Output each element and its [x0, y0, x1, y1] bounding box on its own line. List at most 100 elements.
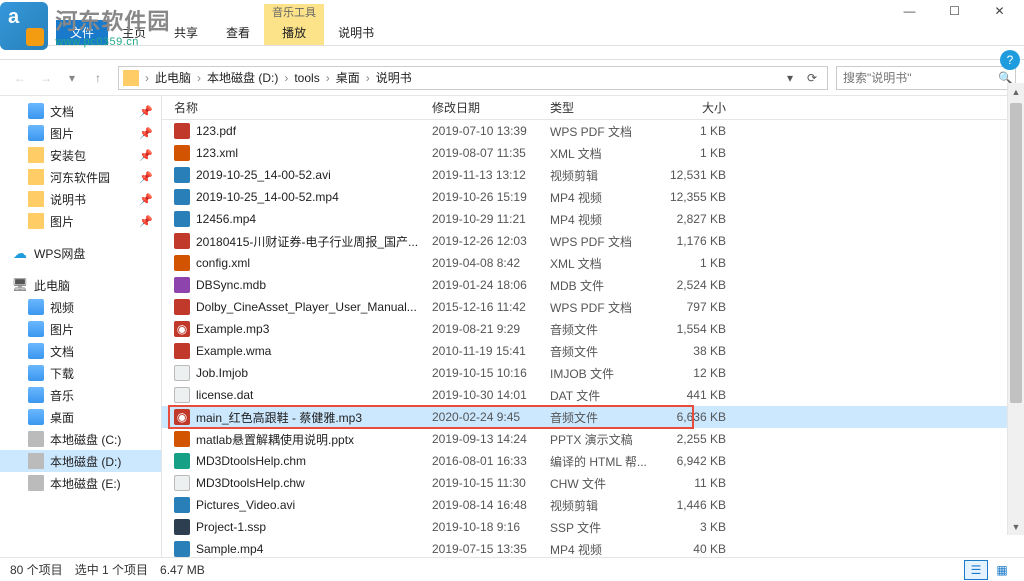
chevron-right-icon[interactable]: ›: [324, 71, 332, 85]
scroll-down-button[interactable]: ▼: [1008, 518, 1024, 535]
refresh-button[interactable]: ⟳: [801, 71, 823, 85]
sidebar-item[interactable]: 安装包 📌: [0, 144, 161, 166]
minimize-button[interactable]: —: [887, 1, 932, 21]
search-input[interactable]: 🔍: [836, 66, 1016, 90]
file-icon: [174, 145, 190, 161]
file-row[interactable]: main_红色高跟鞋 - 蔡健雅.mp3 2020-02-24 9:45 音频文…: [162, 406, 1024, 428]
sidebar-item[interactable]: 图片 📌: [0, 122, 161, 144]
file-row[interactable]: Project-1.ssp 2019-10-18 9:16 SSP 文件 3 K…: [162, 516, 1024, 538]
scroll-up-button[interactable]: ▲: [1008, 83, 1024, 100]
close-button[interactable]: ✕: [977, 1, 1022, 21]
nav-back[interactable]: ←: [8, 66, 32, 90]
file-date: 2019-10-15 11:30: [420, 476, 538, 490]
file-row[interactable]: 2019-10-25_14-00-52.mp4 2019-10-26 15:19…: [162, 186, 1024, 208]
breadcrumb-item[interactable]: 说明书: [372, 69, 416, 86]
file-date: 2019-01-24 18:06: [420, 278, 538, 292]
sidebar-item[interactable]: 图片 📌: [0, 210, 161, 232]
tab-share[interactable]: 共享: [160, 20, 212, 45]
file-row[interactable]: 12456.mp4 2019-10-29 11:21 MP4 视频 2,827 …: [162, 208, 1024, 230]
nav-up[interactable]: ↑: [86, 66, 110, 90]
scroll-thumb[interactable]: [1010, 103, 1022, 403]
file-name: MD3DtoolsHelp.chm: [196, 454, 306, 468]
file-date: 2019-12-26 12:03: [420, 234, 538, 248]
file-row[interactable]: config.xml 2019-04-08 8:42 XML 文档 1 KB: [162, 252, 1024, 274]
breadcrumb-item[interactable]: 桌面: [332, 69, 364, 86]
file-row[interactable]: Job.Imjob 2019-10-15 10:16 IMJOB 文件 12 K…: [162, 362, 1024, 384]
ribbon-tabs: 文件 主页 共享 查看 音乐工具 播放 说明书: [0, 22, 1024, 46]
file-size: 1 KB: [660, 256, 738, 270]
nav-recent-dropdown[interactable]: ▾: [60, 66, 84, 90]
file-row[interactable]: Example.mp3 2019-08-21 9:29 音频文件 1,554 K…: [162, 318, 1024, 340]
chevron-right-icon[interactable]: ›: [143, 71, 151, 85]
file-row[interactable]: 123.pdf 2019-07-10 13:39 WPS PDF 文档 1 KB: [162, 120, 1024, 142]
file-size: 11 KB: [660, 476, 738, 490]
breadcrumb-item[interactable]: tools: [290, 71, 323, 85]
file-row[interactable]: 123.xml 2019-08-07 11:35 XML 文档 1 KB: [162, 142, 1024, 164]
file-date: 2010-11-19 15:41: [420, 344, 538, 358]
file-name: Dolby_CineAsset_Player_User_Manual...: [196, 300, 417, 314]
file-name: Project-1.ssp: [196, 520, 266, 534]
sidebar-item[interactable]: 下载: [0, 362, 161, 384]
sidebar-item-label: 安装包: [50, 147, 86, 164]
chevron-right-icon[interactable]: ›: [195, 71, 203, 85]
file-type: MP4 视频: [538, 211, 660, 228]
sidebar-item[interactable]: 河东软件园 📌: [0, 166, 161, 188]
file-row[interactable]: MD3DtoolsHelp.chw 2019-10-15 11:30 CHW 文…: [162, 472, 1024, 494]
folder-icon: [28, 147, 44, 163]
file-row[interactable]: 2019-10-25_14-00-52.avi 2019-11-13 13:12…: [162, 164, 1024, 186]
file-row[interactable]: DBSync.mdb 2019-01-24 18:06 MDB 文件 2,524…: [162, 274, 1024, 296]
chevron-right-icon[interactable]: ›: [364, 71, 372, 85]
sidebar-this-pc[interactable]: 🖥 此电脑: [0, 274, 161, 296]
file-row[interactable]: 20180415-川财证券-电子行业周报_国产... 2019-12-26 12…: [162, 230, 1024, 252]
col-size[interactable]: 大小: [660, 99, 738, 116]
pin-icon: 📌: [139, 171, 153, 184]
nav-forward[interactable]: →: [34, 66, 58, 90]
file-name: 20180415-川财证券-电子行业周报_国产...: [196, 233, 418, 250]
file-row[interactable]: Pictures_Video.avi 2019-08-14 16:48 视频剪辑…: [162, 494, 1024, 516]
chevron-right-icon[interactable]: ›: [282, 71, 290, 85]
statusbar: 80 个项目 选中 1 个项目 6.47 MB ☰ ▦: [0, 557, 1024, 581]
file-row[interactable]: Dolby_CineAsset_Player_User_Manual... 20…: [162, 296, 1024, 318]
breadcrumb-item[interactable]: 此电脑: [151, 69, 195, 86]
tab-play[interactable]: 播放: [268, 20, 320, 45]
folder-icon: [28, 125, 44, 141]
file-row[interactable]: matlab悬置解耦使用说明.pptx 2019-09-13 14:24 PPT…: [162, 428, 1024, 450]
sidebar-item[interactable]: 音乐: [0, 384, 161, 406]
breadcrumb-dropdown[interactable]: ▾: [779, 71, 801, 85]
file-date: 2015-12-16 11:42: [420, 300, 538, 314]
col-type[interactable]: 类型: [538, 99, 660, 116]
help-button[interactable]: ?: [1000, 50, 1020, 70]
drive-icon: [28, 453, 44, 469]
tab-view[interactable]: 查看: [212, 20, 264, 45]
sidebar-item[interactable]: 视频: [0, 296, 161, 318]
sidebar-item[interactable]: 本地磁盘 (C:): [0, 428, 161, 450]
status-selected: 选中 1 个项目: [75, 561, 148, 578]
search-field[interactable]: [843, 71, 998, 85]
sidebar-item[interactable]: 文档 📌: [0, 100, 161, 122]
tab-home[interactable]: 主页: [108, 20, 160, 45]
view-details-button[interactable]: ☰: [964, 560, 988, 580]
file-row[interactable]: Sample.mp4 2019-07-15 13:35 MP4 视频 40 KB: [162, 538, 1024, 557]
sidebar-item[interactable]: 文档: [0, 340, 161, 362]
tab-current-folder[interactable]: 说明书: [324, 20, 388, 45]
file-row[interactable]: Example.wma 2010-11-19 15:41 音频文件 38 KB: [162, 340, 1024, 362]
sidebar-item[interactable]: 图片: [0, 318, 161, 340]
sidebar-item[interactable]: 说明书 📌: [0, 188, 161, 210]
file-row[interactable]: MD3DtoolsHelp.chm 2016-08-01 16:33 编译的 H…: [162, 450, 1024, 472]
col-name[interactable]: 名称: [162, 99, 420, 116]
navbar: ← → ▾ ↑ › 此电脑 › 本地磁盘 (D:) › tools › 桌面 ›…: [0, 60, 1024, 96]
file-row[interactable]: license.dat 2019-10-30 14:01 DAT 文件 441 …: [162, 384, 1024, 406]
sidebar-item[interactable]: 本地磁盘 (E:): [0, 472, 161, 494]
sidebar-item[interactable]: 桌面: [0, 406, 161, 428]
col-date[interactable]: 修改日期: [420, 99, 538, 116]
breadcrumb[interactable]: › 此电脑 › 本地磁盘 (D:) › tools › 桌面 › 说明书 ▾ ⟳: [118, 66, 828, 90]
file-type: WPS PDF 文档: [538, 123, 660, 140]
file-date: 2019-10-30 14:01: [420, 388, 538, 402]
scrollbar[interactable]: ▲ ▼: [1007, 83, 1024, 535]
breadcrumb-item[interactable]: 本地磁盘 (D:): [203, 69, 282, 86]
tab-file[interactable]: 文件: [56, 20, 108, 45]
sidebar-wps[interactable]: ☁ WPS网盘: [0, 242, 161, 264]
view-icons-button[interactable]: ▦: [990, 560, 1014, 580]
sidebar-item[interactable]: 本地磁盘 (D:): [0, 450, 161, 472]
maximize-button[interactable]: ☐: [932, 1, 977, 21]
